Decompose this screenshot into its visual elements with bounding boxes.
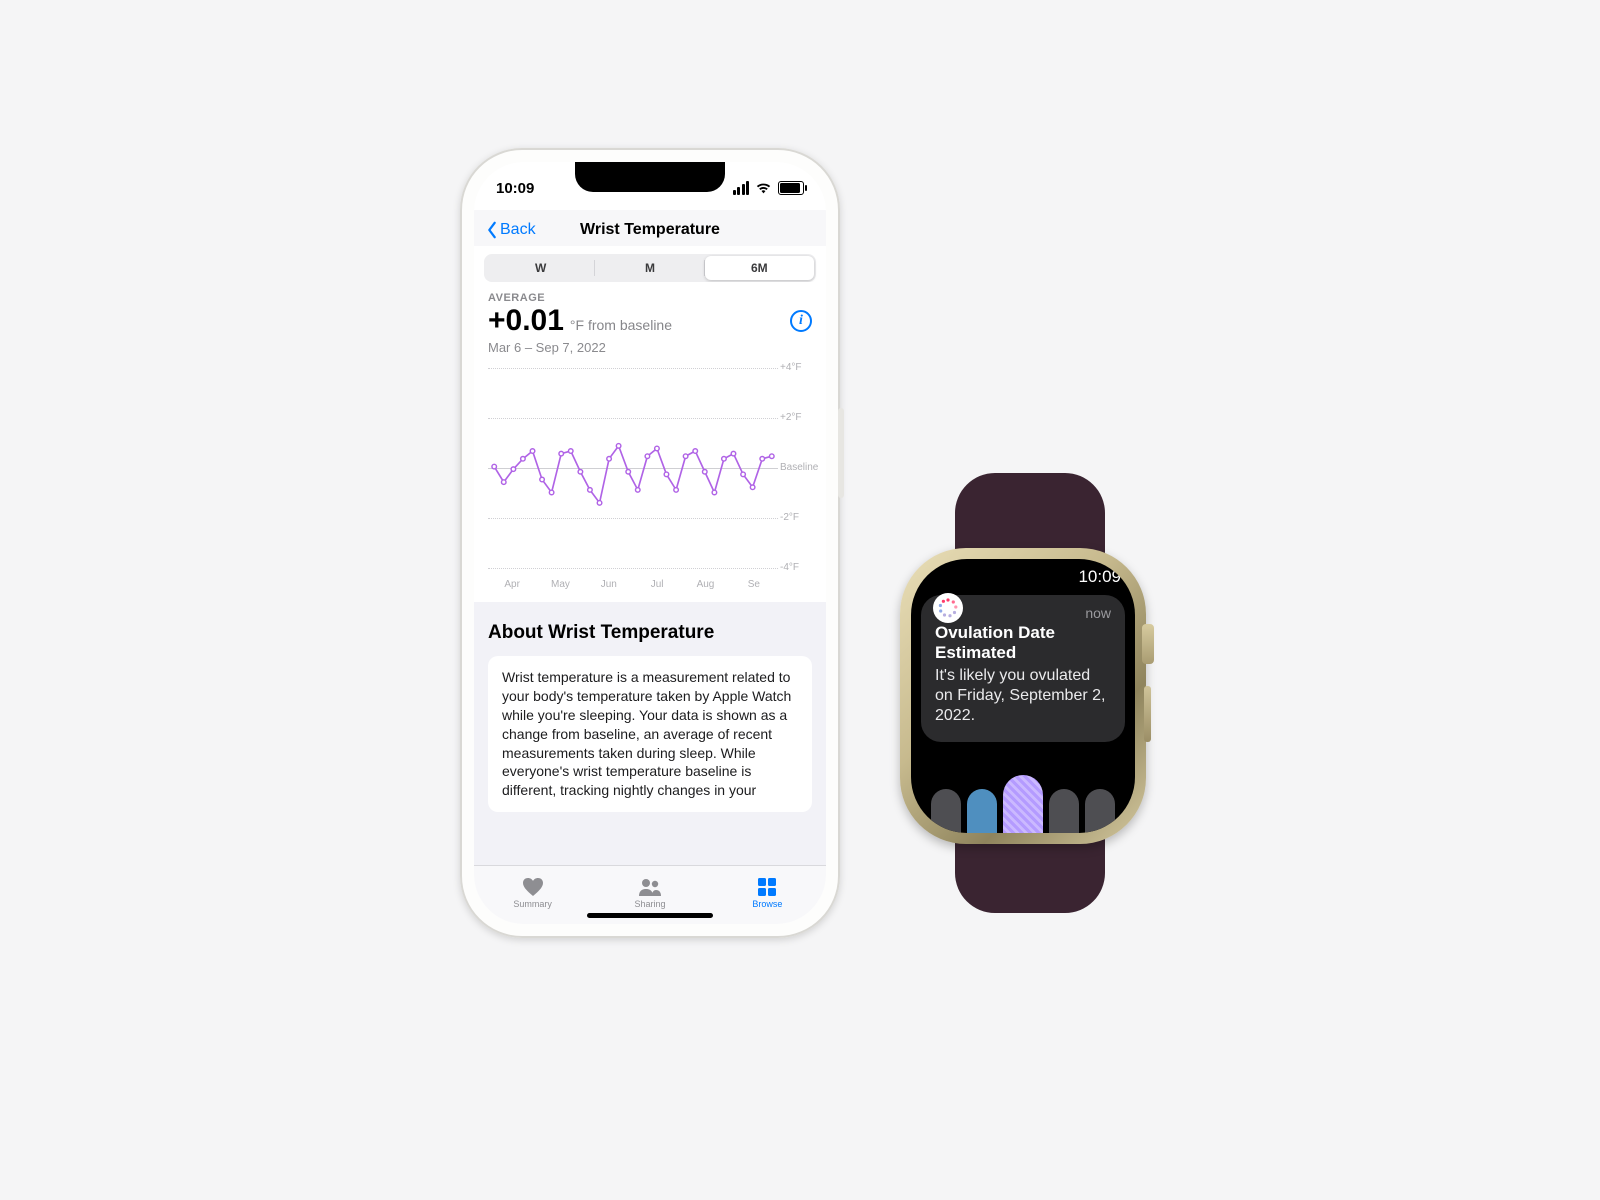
tab-browse[interactable]: Browse — [709, 866, 826, 924]
about-card: Wrist temperature is a measurement relat… — [488, 656, 812, 812]
about-section: About Wrist Temperature Wrist temperatur… — [474, 602, 826, 822]
watch-status-time: 10:09 — [911, 559, 1135, 589]
ylabel-plus4: +4°F — [780, 362, 818, 373]
segment-6m[interactable]: 6M — [705, 256, 814, 280]
chevron-left-icon — [486, 221, 498, 239]
iphone-notch — [575, 162, 725, 192]
home-indicator — [587, 913, 713, 918]
segment-w[interactable]: W — [486, 256, 595, 280]
info-button[interactable]: i — [790, 310, 812, 332]
month-aug: Aug — [681, 579, 729, 590]
ylabel-plus2: +2°F — [780, 412, 818, 423]
heart-icon — [521, 876, 545, 898]
month-jun: Jun — [585, 579, 633, 590]
tab-sharing-label: Sharing — [634, 899, 665, 909]
about-body: Wrist temperature is a measurement relat… — [502, 669, 791, 798]
chart-area: +4°F +2°F Baseline -2°F -4°F Apr May Jun… — [474, 355, 826, 602]
digital-crown — [1142, 624, 1154, 664]
ylabel-minus2: -2°F — [780, 512, 818, 523]
tab-summary[interactable]: Summary — [474, 866, 591, 924]
back-button[interactable]: Back — [486, 221, 536, 239]
back-label: Back — [500, 221, 536, 239]
ylabel-baseline: Baseline — [780, 462, 818, 473]
people-icon — [638, 876, 662, 898]
summary-date-range: Mar 6 – Sep 7, 2022 — [488, 340, 812, 355]
cellular-signal-icon — [733, 181, 750, 195]
apple-watch-device: 10:09 — [900, 548, 1160, 844]
notification-body: It's likely you ovulated on Friday, Sept… — [935, 666, 1111, 726]
summary-label: AVERAGE — [488, 292, 812, 304]
month-may: May — [536, 579, 584, 590]
tab-browse-label: Browse — [752, 899, 782, 909]
nav-title: Wrist Temperature — [580, 221, 720, 239]
iphone-screen: 10:09 Back — [474, 162, 826, 924]
cycle-tracking-app-icon — [933, 593, 963, 623]
month-jul: Jul — [633, 579, 681, 590]
watch-side-button — [1144, 686, 1151, 742]
chart-grid: +4°F +2°F Baseline -2°F -4°F — [488, 363, 818, 573]
temperature-line-chart — [488, 363, 778, 581]
summary-block: AVERAGE +0.01 °F from baseline Mar 6 – S… — [474, 282, 826, 355]
segment-m[interactable]: M — [595, 256, 704, 280]
watch-screen: 10:09 — [911, 559, 1135, 833]
notification-card[interactable]: now Ovulation Date Estimated It's likely… — [921, 595, 1125, 742]
about-heading: About Wrist Temperature — [488, 622, 812, 644]
content-area: W M 6M AVERAGE +0.01 °F from baseline Ma… — [474, 246, 826, 866]
cycle-day-strip — [911, 779, 1135, 833]
range-segmented-control[interactable]: W M 6M — [484, 254, 816, 282]
iphone-side-button — [838, 408, 844, 498]
nav-bar: Back Wrist Temperature — [474, 210, 826, 251]
iphone-device: 10:09 Back — [460, 148, 840, 938]
wifi-icon — [755, 182, 772, 194]
status-time: 10:09 — [496, 180, 534, 197]
tab-summary-label: Summary — [513, 899, 552, 909]
watch-case: 10:09 — [900, 548, 1146, 844]
summary-unit: °F from baseline — [570, 317, 672, 333]
summary-value: +0.01 — [488, 304, 564, 338]
grid-icon — [755, 876, 779, 898]
month-sep: Se — [730, 579, 778, 590]
notification-title: Ovulation Date Estimated — [935, 623, 1111, 662]
battery-icon — [778, 181, 804, 195]
month-apr: Apr — [488, 579, 536, 590]
ylabel-minus4: -4°F — [780, 562, 818, 573]
